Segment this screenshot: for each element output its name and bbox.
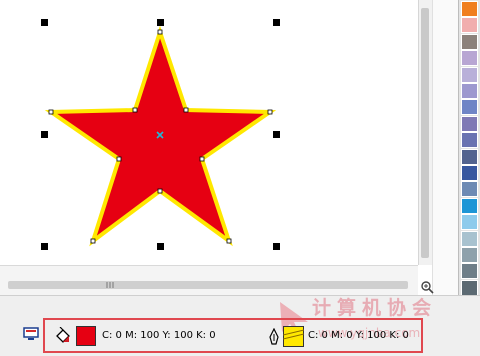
palette-swatch[interactable] bbox=[461, 33, 478, 50]
palette-swatch[interactable] bbox=[461, 17, 478, 34]
palette-swatch[interactable] bbox=[461, 132, 478, 149]
palette-swatch[interactable] bbox=[461, 99, 478, 116]
drawing-canvas[interactable] bbox=[0, 0, 432, 265]
palette-swatch[interactable] bbox=[461, 279, 478, 296]
selection-handle-bottom-left[interactable] bbox=[41, 243, 48, 250]
watermark-text: 计算机协会 bbox=[312, 297, 438, 319]
vertical-scrollbar-thumb[interactable] bbox=[421, 8, 429, 258]
star-node[interactable] bbox=[132, 107, 138, 113]
selection-handle-top-right[interactable] bbox=[273, 19, 280, 26]
horizontal-scrollbar-thumb[interactable] bbox=[8, 281, 408, 289]
palette-swatch[interactable] bbox=[461, 181, 478, 198]
palette-swatch[interactable] bbox=[461, 230, 478, 247]
palette-swatch[interactable] bbox=[461, 263, 478, 280]
palette-swatch[interactable] bbox=[461, 247, 478, 263]
palette-swatch[interactable] bbox=[461, 115, 478, 132]
selection-handle-middle-left[interactable] bbox=[41, 131, 48, 138]
zoom-navigator-icon[interactable] bbox=[420, 280, 434, 294]
scroll-grip-icon bbox=[106, 282, 114, 288]
palette-swatch[interactable] bbox=[461, 165, 478, 181]
star-node[interactable] bbox=[48, 109, 54, 115]
star-node[interactable] bbox=[116, 156, 122, 162]
star-node[interactable] bbox=[267, 109, 273, 115]
palette-swatch[interactable] bbox=[461, 83, 478, 99]
star-node[interactable] bbox=[226, 238, 232, 244]
star-node[interactable] bbox=[90, 238, 96, 244]
star-node[interactable] bbox=[157, 29, 163, 35]
outline-color-values: C: 0 M: 0 Y: 100 K: 0 bbox=[308, 330, 409, 341]
fill-color-swatch[interactable] bbox=[76, 326, 96, 346]
fill-bucket-icon[interactable] bbox=[54, 327, 72, 345]
star-node[interactable] bbox=[183, 107, 189, 113]
document-info-icon[interactable] bbox=[23, 327, 39, 341]
palette-swatch[interactable] bbox=[461, 66, 478, 83]
selection-handle-bottom-center[interactable] bbox=[157, 243, 164, 250]
selection-handle-top-left[interactable] bbox=[41, 19, 48, 26]
outline-color-swatch[interactable] bbox=[283, 326, 304, 347]
palette-swatch[interactable] bbox=[461, 148, 478, 165]
palette-swatch[interactable] bbox=[461, 1, 478, 17]
selection-handle-bottom-right[interactable] bbox=[273, 243, 280, 250]
selection-handle-top-center[interactable] bbox=[157, 19, 164, 26]
outline-pen-icon[interactable] bbox=[268, 328, 280, 346]
palette-swatch[interactable] bbox=[461, 197, 478, 214]
fill-color-values: C: 0 M: 100 Y: 100 K: 0 bbox=[102, 330, 216, 341]
palette-swatch[interactable] bbox=[461, 214, 478, 231]
star-node[interactable] bbox=[199, 156, 205, 162]
selection-handle-middle-right[interactable] bbox=[273, 131, 280, 138]
docker-gutter bbox=[432, 0, 459, 295]
palette-swatch[interactable] bbox=[461, 50, 478, 67]
star-node[interactable] bbox=[157, 188, 163, 194]
